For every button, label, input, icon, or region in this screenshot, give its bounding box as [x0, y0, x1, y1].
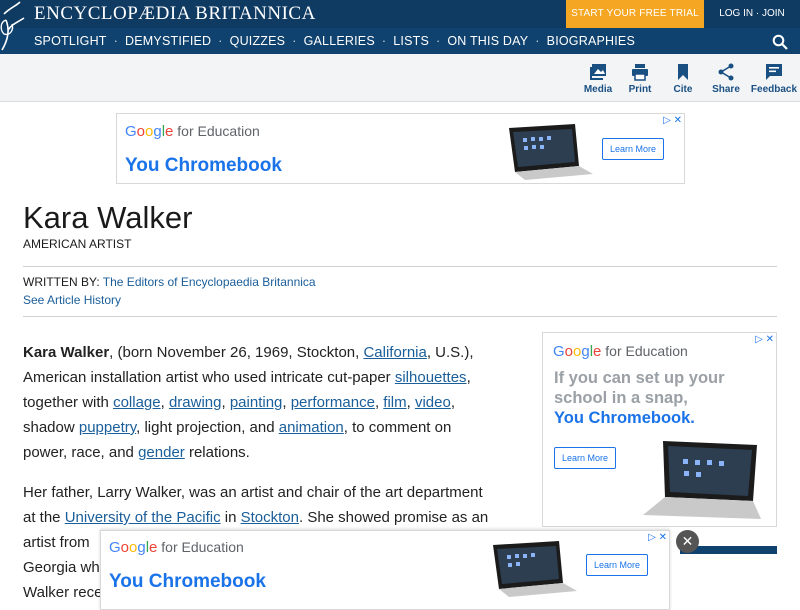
drawing-link[interactable]: drawing [169, 394, 222, 411]
puppetry-link[interactable]: puppetry [79, 419, 136, 436]
printer-icon [632, 64, 648, 81]
feedback-button[interactable]: Feedback [749, 63, 799, 95]
divider [23, 266, 777, 267]
cite-label: Cite [673, 84, 693, 95]
gfe-text: for Education [605, 343, 688, 359]
google-for-education-logo: Google for Education [553, 343, 688, 360]
ad-headline: You Chromebook [125, 155, 282, 176]
ad-choices-close-icon[interactable]: ▷ ✕ [648, 532, 667, 543]
media-button[interactable]: Media [575, 63, 621, 95]
animation-link[interactable]: animation [279, 419, 344, 436]
nav-separator: · [113, 34, 119, 48]
bottom-sticky-ad[interactable]: Google for Education You Chromebook Lear… [100, 530, 670, 610]
ad-line: If you can set up your [554, 369, 725, 387]
print-button[interactable]: Print [617, 63, 663, 95]
main-nav: SPOTLIGHT · DEMYSTIFIED · QUIZZES · GALLERI… [34, 28, 635, 54]
nav-separator: · [292, 34, 297, 48]
share-label: Share [712, 84, 740, 95]
paragraph-1: Kara Walker, (born November 26, 1969, St… [23, 344, 474, 461]
nav-separator: · [436, 34, 441, 48]
written-by-label: WRITTEN BY: [23, 275, 100, 289]
britannica-thistle-logo[interactable] [0, 0, 30, 54]
share-button[interactable]: Share [703, 63, 749, 95]
feedback-label: Feedback [750, 84, 798, 95]
login-join-link[interactable]: LOG IN · JOIN [704, 0, 800, 28]
text: together with [23, 394, 114, 411]
nav-biographies[interactable]: BIOGRAPHIES [547, 34, 635, 48]
search-icon[interactable] [772, 34, 788, 50]
feedback-icon [766, 64, 782, 80]
chromebook-image [509, 124, 593, 180]
share-icon [718, 63, 734, 81]
print-label: Print [628, 84, 652, 95]
google-for-education-logo: Google for Education [125, 123, 260, 140]
close-ad-button[interactable]: ✕ [676, 530, 699, 553]
university-of-the-pacific-link[interactable]: University of the Pacific [65, 509, 221, 526]
gender-link[interactable]: gender [138, 444, 185, 461]
video-link[interactable]: video [415, 394, 451, 411]
painting-link[interactable]: painting [230, 394, 283, 411]
nav-separator: · [381, 34, 387, 48]
text: , (born November 26, 1969, Stockton, [109, 344, 364, 361]
california-link[interactable]: California [363, 344, 426, 361]
top-ad-banner[interactable]: Google for Education You Chromebook Lear… [116, 113, 685, 184]
text: , [466, 369, 471, 386]
author-link[interactable]: The Editors of Encyclopaedia Britannica [103, 275, 316, 289]
site-brand[interactable]: ENCYCLOPÆDIA BRITANNICA [34, 3, 316, 25]
text: . She showed promise as an [298, 509, 489, 526]
cite-button[interactable]: Cite [660, 63, 706, 95]
bookmark-icon [678, 64, 688, 80]
media-icon [590, 64, 606, 80]
google-for-education-logo: Google for Education [109, 539, 244, 556]
learn-more-button[interactable]: Learn More [602, 138, 664, 160]
text: at the [23, 509, 65, 526]
text: relations. [184, 444, 250, 461]
collage-link[interactable]: collage [113, 394, 161, 411]
film-link[interactable]: film [383, 394, 406, 411]
nav-demystified[interactable]: DEMYSTIFIED [125, 34, 211, 48]
page-title: Kara Walker [23, 200, 193, 235]
text: American installation artist who used in… [23, 369, 395, 386]
gfe-text: for Education [177, 123, 260, 139]
nav-lists[interactable]: LISTS [393, 34, 429, 48]
stockton-link[interactable]: Stockton [241, 509, 299, 526]
text: , light projection, and [136, 419, 279, 436]
nav-spotlight[interactable]: SPOTLIGHT [34, 34, 107, 48]
text: , to comment on [343, 419, 452, 436]
gfe-text: for Education [161, 539, 244, 555]
text: in [220, 509, 241, 526]
nav-separator: · [218, 34, 223, 48]
nav-on-this-day[interactable]: ON THIS DAY [447, 34, 528, 48]
sidebar-ad[interactable]: Google for Education If you can set up y… [542, 332, 777, 527]
nav-quizzes[interactable]: QUIZZES [230, 34, 286, 48]
ad-line: school in a snap, [554, 389, 688, 407]
text: Her father, Larry Walker, was an artist … [23, 484, 483, 501]
ad-choices-close-icon[interactable]: ▷ ✕ [755, 334, 774, 345]
ad-headline: If you can set up your school in a snap,… [554, 368, 774, 428]
chromebook-image [493, 541, 577, 597]
performance-link[interactable]: performance [291, 394, 375, 411]
nav-separator: · [535, 34, 540, 48]
subject-name: Kara Walker [23, 344, 110, 361]
text: , U.S.), [426, 344, 474, 361]
learn-more-button[interactable]: Learn More [586, 554, 648, 576]
page-subtitle: AMERICAN ARTIST [23, 237, 132, 251]
text: shadow [23, 419, 79, 436]
divider [23, 316, 777, 317]
text: power, race, and [23, 444, 139, 461]
nav-galleries[interactable]: GALLERIES [304, 34, 375, 48]
ad-choices-close-icon[interactable]: ▷ ✕ [663, 115, 682, 126]
learn-more-button[interactable]: Learn More [554, 447, 616, 469]
free-trial-button[interactable]: START YOUR FREE TRIAL [566, 0, 704, 28]
article-history-link[interactable]: See Article History [23, 293, 121, 307]
ad-line: You Chromebook. [554, 409, 695, 427]
byline: WRITTEN BY: The Editors of Encyclopaedia… [23, 275, 316, 289]
silhouettes-link[interactable]: silhouettes [395, 369, 467, 386]
ad-headline: You Chromebook [109, 571, 266, 592]
media-label: Media [583, 84, 613, 95]
chromebook-image [643, 441, 761, 519]
